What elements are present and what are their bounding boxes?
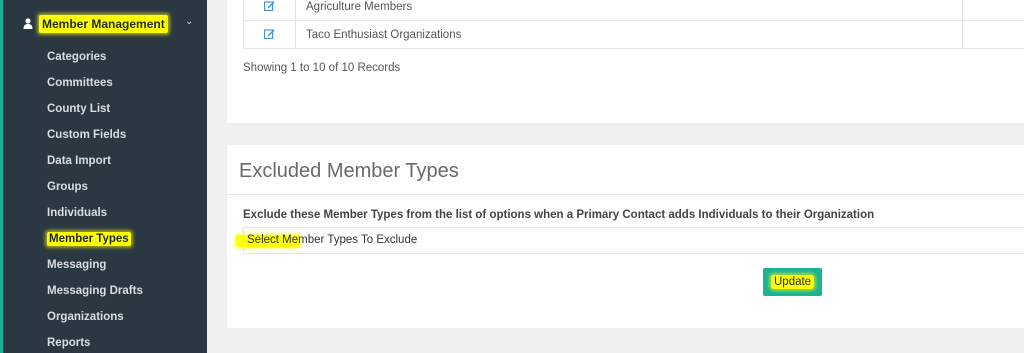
member-management-menu-header[interactable]: Member Management ⌄	[3, 12, 207, 36]
edit-cell	[243, 20, 296, 49]
sidebar-item-messaging-drafts[interactable]: Messaging Drafts	[47, 278, 143, 304]
sidebar-item-label: Organizations	[47, 311, 124, 323]
member-type-name: Agriculture Members	[295, 0, 963, 21]
section-title: Excluded Member Types	[239, 160, 459, 182]
sidebar-item-messaging[interactable]: Messaging	[47, 252, 143, 278]
member-management-label: Member Management	[39, 15, 168, 33]
member-type-name: Taco Enthusiast Organizations	[295, 20, 963, 49]
table-cell	[962, 0, 1024, 21]
member-types-list-panel: Agriculture Members Taco Enthusiast Orga…	[227, 0, 1024, 123]
sidebar-item-label: Data Import	[47, 155, 111, 167]
member-types-table: Agriculture Members Taco Enthusiast Orga…	[243, 0, 1024, 49]
edit-cell	[243, 0, 296, 21]
sidebar-item-groups[interactable]: Groups	[47, 174, 143, 200]
user-icon	[23, 18, 33, 29]
sidebar-item-label: Reports	[47, 337, 91, 349]
sidebar-item-label: Member Types	[47, 232, 131, 246]
sidebar-item-individuals[interactable]: Individuals	[47, 200, 143, 226]
update-button[interactable]: Update	[763, 268, 822, 296]
sidebar-item-organizations[interactable]: Organizations	[47, 304, 143, 330]
sidebar-item-label: Custom Fields	[47, 129, 127, 141]
chevron-down-icon[interactable]: ⌄	[185, 16, 193, 27]
sidebar-item-committees[interactable]: Committees	[47, 70, 143, 96]
sidebar-item-label: Messaging	[47, 259, 107, 271]
divider	[227, 194, 1024, 195]
table-row: Taco Enthusiast Organizations	[243, 20, 1024, 49]
records-count-text: Showing 1 to 10 of 10 Records	[243, 62, 401, 74]
sidebar-item-member-types[interactable]: Member Types	[47, 226, 143, 252]
table-cell	[962, 20, 1024, 49]
sidebar-item-label: Individuals	[47, 207, 108, 219]
sidebar-item-reports[interactable]: Reports	[47, 330, 143, 353]
sidebar-item-label: Groups	[47, 181, 88, 193]
sidebar-item-county-list[interactable]: County List	[47, 96, 143, 122]
table-row: Agriculture Members	[243, 0, 1024, 21]
sidebar-item-label: Messaging Drafts	[47, 285, 143, 297]
sidebar-item-label: Categories	[47, 51, 107, 63]
member-management-submenu: Categories Committees County List Custom…	[47, 44, 143, 353]
sidebar-item-label: Committees	[47, 77, 113, 89]
edit-icon[interactable]	[264, 28, 275, 39]
sidebar: Member Management ⌄ Categories Committee…	[0, 0, 207, 353]
update-button-label: Update	[771, 275, 815, 289]
sidebar-item-custom-fields[interactable]: Custom Fields	[47, 122, 143, 148]
sidebar-item-label: County List	[47, 103, 111, 115]
sidebar-item-data-import[interactable]: Data Import	[47, 148, 143, 174]
sidebar-item-categories[interactable]: Categories	[47, 44, 143, 70]
edit-icon[interactable]	[264, 0, 275, 11]
instruction-text: Exclude these Member Types from the list…	[243, 209, 875, 221]
select-placeholder: Select Member Types To Exclude	[247, 234, 418, 246]
